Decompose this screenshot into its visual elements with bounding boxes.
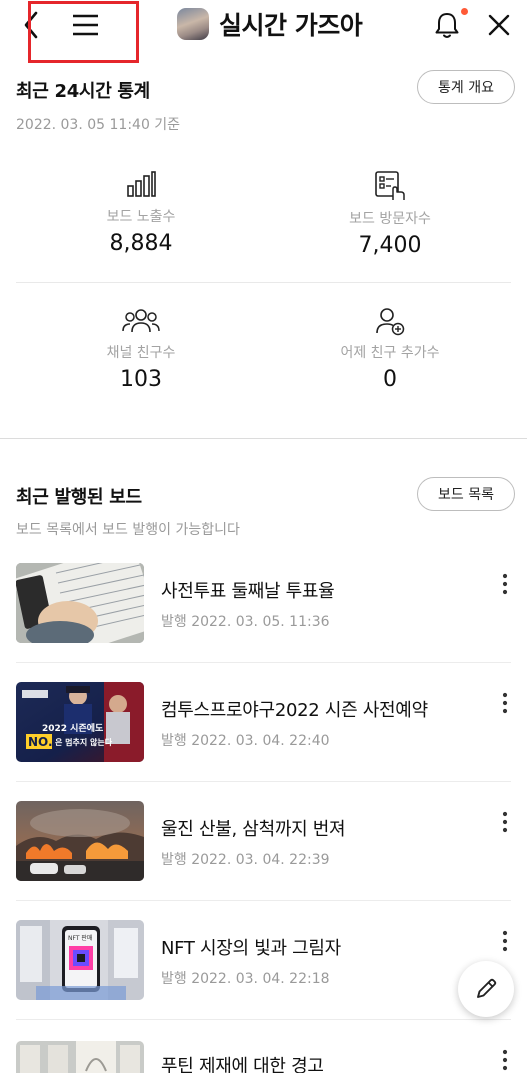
stat-value: 103 (120, 367, 162, 392)
board-list-item[interactable]: 울진 산불, 삼척까지 번져 발행 2022. 03. 04. 22:39 (0, 800, 527, 919)
board-list-button[interactable]: 보드 목록 (417, 477, 515, 511)
item-divider (16, 1019, 511, 1020)
board-list-item[interactable]: NFT 판매 NFT 시장의 빛과 그림자 발행 2022. 03. 04. 2… (0, 919, 527, 1038)
board-visit-icon (375, 171, 405, 200)
top-app-bar: 실시간 가즈아 (0, 0, 527, 63)
board-item-title[interactable]: NFT 시장의 빛과 그림자 (161, 934, 341, 960)
stat-label: 채널 친구수 (106, 345, 176, 361)
more-options-icon[interactable] (494, 928, 516, 954)
board-thumbnail-baseball: 2022 시즌에도 NO.1 은 멈추지 않는다 (16, 682, 144, 762)
item-divider (16, 662, 511, 663)
stat-board-impressions: 보드 노출수 8,884 (16, 170, 266, 256)
compose-fab-button[interactable] (458, 961, 514, 1017)
section-divider (0, 438, 527, 439)
more-options-icon[interactable] (494, 1047, 516, 1073)
more-options-icon[interactable] (494, 809, 516, 835)
board-thumbnail-wildfire (16, 801, 144, 881)
nft-sale-label: NFT 판매 (68, 934, 92, 942)
channel-avatar[interactable] (177, 8, 209, 40)
board-item-title[interactable]: 푸틴 제재에 대한 경고 (161, 1052, 324, 1073)
close-icon[interactable] (482, 8, 516, 42)
baseball-promo-line1: 2022 시즌에도 (42, 722, 104, 734)
stat-value: 8,884 (109, 231, 173, 256)
friends-icon (122, 309, 160, 333)
stats-section-title: 최근 24시간 통계 (16, 81, 150, 102)
board-item-date: 발행 2022. 03. 05. 11:36 (161, 614, 330, 630)
stat-label: 보드 방문자수 (349, 211, 431, 227)
pencil-icon (477, 978, 497, 998)
menu-highlight-box (28, 1, 139, 63)
board-list-item[interactable]: 푸틴 제재에 대한 경고 (0, 1038, 527, 1073)
stat-board-visitors: 보드 방문자수 7,400 (265, 170, 515, 258)
boards-subtitle: 보드 목록에서 보드 발행이 가능합니다 (16, 522, 240, 538)
more-options-icon[interactable] (494, 571, 516, 597)
stat-value: 0 (383, 367, 397, 392)
stat-channel-friends: 채널 친구수 103 (16, 306, 266, 392)
board-thumbnail-putin (16, 1041, 144, 1073)
board-thumbnail-nft: NFT 판매 (16, 920, 144, 1000)
board-item-date: 발행 2022. 03. 04. 22:18 (161, 971, 330, 987)
notification-badge-dot (461, 8, 468, 15)
item-divider (16, 781, 511, 782)
channel-title[interactable]: 실시간 가즈아 (219, 6, 363, 42)
notification-bell-icon[interactable] (430, 8, 464, 42)
stats-row-divider (16, 282, 511, 283)
board-item-date: 발행 2022. 03. 04. 22:39 (161, 852, 330, 868)
board-list-item[interactable]: 2022 시즌에도 NO.1 은 멈추지 않는다 컴투스프로야구2022 시즌 … (0, 681, 527, 800)
board-item-title[interactable]: 컴투스프로야구2022 시즌 사전예약 (161, 696, 428, 722)
board-thumbnail-vote (16, 563, 144, 643)
board-item-title[interactable]: 울진 산불, 삼척까지 번져 (161, 815, 346, 841)
boards-section-title: 최근 발행된 보드 (16, 487, 142, 508)
board-item-date: 발행 2022. 03. 04. 22:40 (161, 733, 330, 749)
stat-label: 어제 친구 추가수 (340, 345, 440, 361)
stat-label: 보드 노출수 (106, 209, 176, 225)
stats-overview-button[interactable]: 통계 개요 (417, 70, 515, 104)
more-options-icon[interactable] (494, 690, 516, 716)
board-item-title[interactable]: 사전투표 둘째날 투표율 (161, 577, 335, 603)
stat-value: 7,400 (358, 233, 422, 258)
stats-timestamp: 2022. 03. 05 11:40 기준 (16, 117, 181, 133)
stat-new-friends-yesterday: 어제 친구 추가수 0 (265, 306, 515, 392)
baseball-promo-line3: 은 멈추지 않는다 (55, 737, 113, 747)
bar-chart-icon (127, 171, 156, 197)
board-list-item[interactable]: 사전투표 둘째날 투표율 발행 2022. 03. 05. 11:36 (0, 562, 527, 681)
add-friend-icon (376, 308, 405, 336)
item-divider (16, 900, 511, 901)
